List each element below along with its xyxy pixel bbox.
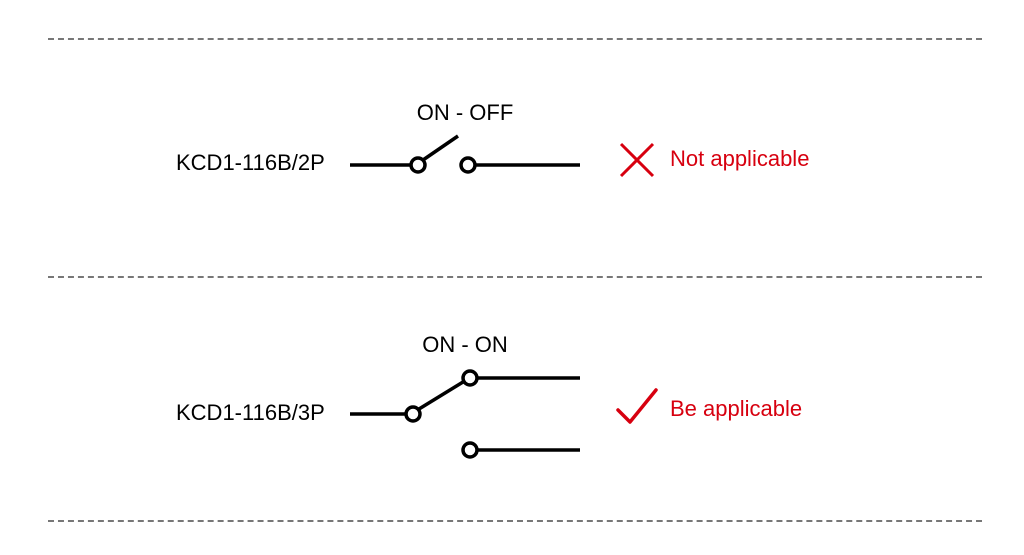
switch-row-3p: KCD1-116B/3P ON - ON Be applicable [0, 320, 1024, 510]
spst-switch-symbol [350, 120, 580, 200]
separator-line [48, 276, 982, 278]
spdt-switch-symbol [350, 354, 580, 474]
part-number-label: KCD1-116B/3P [176, 400, 325, 426]
separator-line [48, 38, 982, 40]
separator-line [48, 520, 982, 522]
verdict-label: Be applicable [670, 396, 802, 422]
check-icon [614, 386, 660, 430]
diagram-root: KCD1-116B/2P ON - OFF Not applicable KCD… [0, 0, 1024, 555]
verdict-label: Not applicable [670, 146, 809, 172]
cross-icon [617, 140, 657, 180]
part-number-label: KCD1-116B/2P [176, 150, 325, 176]
switch-row-2p: KCD1-116B/2P ON - OFF Not applicable [0, 90, 1024, 250]
